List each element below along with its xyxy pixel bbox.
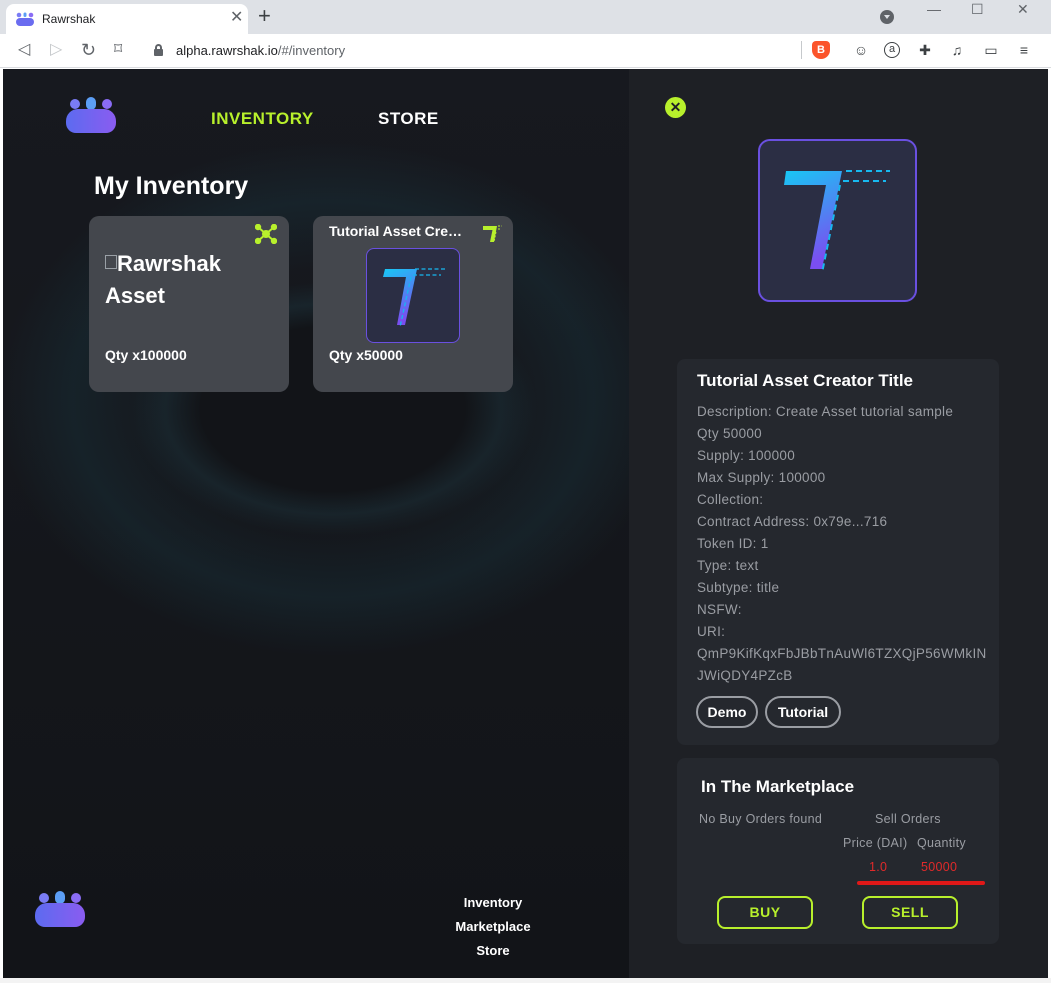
network-icon bbox=[255, 224, 277, 244]
sell-orders-header: Sell Orders bbox=[875, 812, 941, 826]
app-viewport: INVENTORY STORE My Inventory Rawrshak As… bbox=[3, 69, 1048, 978]
card-qty: Qty x100000 bbox=[105, 347, 187, 363]
reload-button[interactable]: ↻ bbox=[81, 40, 96, 60]
close-panel-icon[interactable]: ✕ bbox=[665, 97, 686, 118]
marketplace-title: In The Marketplace bbox=[701, 777, 855, 796]
tab-title: Rawrshak bbox=[42, 12, 96, 26]
inventory-card[interactable]: Tutorial Asset Creator Title Qty x50000 bbox=[313, 216, 513, 392]
wallet-icon[interactable]: ▭ bbox=[982, 41, 1000, 59]
t-logo-icon bbox=[784, 170, 890, 274]
footer-link-store[interactable]: Store bbox=[433, 943, 553, 958]
tab-search-icon[interactable] bbox=[880, 10, 894, 24]
asset-detail-panel: ✕ Tutorial Asset Creator Title Descripti… bbox=[629, 69, 1048, 978]
nav-inventory[interactable]: INVENTORY bbox=[211, 109, 314, 129]
buy-button[interactable]: BUY bbox=[717, 896, 813, 929]
puzzle-icon[interactable]: ✚ bbox=[916, 41, 934, 59]
tag-demo[interactable]: Demo bbox=[696, 696, 758, 728]
tab-close-icon[interactable]: ✕ bbox=[230, 9, 243, 27]
maximize-button[interactable]: ☐ bbox=[971, 2, 984, 16]
sell-order-price: 1.0 bbox=[869, 860, 888, 874]
toolbar-divider bbox=[801, 41, 802, 59]
browser-tab[interactable]: Rawrshak ✕ bbox=[6, 4, 248, 34]
forward-button[interactable]: ▷ bbox=[50, 40, 62, 60]
sell-button[interactable]: SELL bbox=[862, 896, 958, 929]
marketplace-box: In The Marketplace No Buy Orders found S… bbox=[677, 758, 999, 944]
bookmark-button[interactable]: ⌑ bbox=[114, 40, 122, 60]
card-qty: Qty x50000 bbox=[329, 347, 403, 363]
avatar-icon[interactable]: ☺ bbox=[852, 41, 870, 59]
quantity-column-header: Quantity bbox=[917, 836, 966, 850]
asset-nsfw: NSFW: bbox=[697, 602, 742, 617]
asset-title: Tutorial Asset Creator Title bbox=[697, 371, 914, 390]
t-logo-icon bbox=[483, 225, 502, 243]
footer-logo-icon[interactable] bbox=[35, 891, 85, 927]
minimize-button[interactable]: — bbox=[927, 2, 941, 16]
lock-icon[interactable] bbox=[154, 44, 163, 56]
t-logo-icon bbox=[383, 268, 445, 328]
background-pattern bbox=[3, 69, 629, 978]
asset-token-id: Token ID: 1 bbox=[697, 536, 769, 551]
asset-thumbnail bbox=[366, 248, 460, 343]
asset-description: Description: Create Asset tutorial sampl… bbox=[697, 404, 954, 419]
window-close-button[interactable]: ✕ bbox=[1017, 2, 1029, 16]
menu-icon[interactable]: ≡ bbox=[1015, 41, 1033, 59]
card-title: Tutorial Asset Creator Title bbox=[329, 223, 469, 239]
broken-asset-image: Rawrshak Asset bbox=[105, 251, 221, 308]
asset-max-supply: Max Supply: 100000 bbox=[697, 470, 826, 485]
browser-titlebar: Rawrshak ✕ + — ☐ ✕ bbox=[0, 0, 1051, 34]
price-column-header: Price (DAI) bbox=[843, 836, 908, 850]
sell-order-quantity: 50000 bbox=[921, 860, 958, 874]
footer-link-marketplace[interactable]: Marketplace bbox=[433, 919, 553, 934]
page-below-fold bbox=[0, 978, 1051, 983]
annotation-underline bbox=[857, 881, 985, 885]
asset-collection: Collection: bbox=[697, 492, 764, 507]
a-circle-icon[interactable]: a bbox=[884, 42, 900, 58]
asset-uri: URI: QmP9KifKqxFbJBbTnAuWl6TZXQjP56WMkIN… bbox=[697, 624, 987, 683]
page-title: My Inventory bbox=[94, 172, 249, 200]
back-button[interactable]: ◁ bbox=[18, 40, 30, 60]
asset-info-box: Tutorial Asset Creator Title Description… bbox=[677, 359, 999, 745]
asset-type: Type: text bbox=[697, 558, 759, 573]
brave-shield-icon[interactable]: B bbox=[812, 41, 830, 59]
footer-link-inventory[interactable]: Inventory bbox=[433, 895, 553, 910]
gamepad-icon bbox=[16, 12, 34, 26]
asset-properties: Description: Create Asset tutorial sampl… bbox=[697, 401, 987, 687]
no-buy-orders-text: No Buy Orders found bbox=[699, 812, 823, 826]
new-tab-button[interactable]: + bbox=[258, 4, 271, 28]
asset-image-large bbox=[758, 139, 917, 302]
asset-qty: Qty 50000 bbox=[697, 426, 762, 441]
asset-supply: Supply: 100000 bbox=[697, 448, 796, 463]
inventory-card[interactable]: Rawrshak Asset Qty x100000 bbox=[89, 216, 289, 392]
asset-subtype: Subtype: title bbox=[697, 580, 780, 595]
asset-contract-address: Contract Address: 0x79e...716 bbox=[697, 514, 888, 529]
nav-store[interactable]: STORE bbox=[378, 109, 439, 129]
url-text[interactable]: alpha.rawrshak.io/#/inventory bbox=[176, 43, 345, 58]
media-icon[interactable]: ♫ bbox=[948, 41, 966, 59]
rawrshak-logo-icon[interactable] bbox=[66, 97, 116, 133]
address-bar[interactable]: alpha.rawrshak.io/#/inventory bbox=[140, 38, 808, 64]
tag-tutorial[interactable]: Tutorial bbox=[765, 696, 841, 728]
